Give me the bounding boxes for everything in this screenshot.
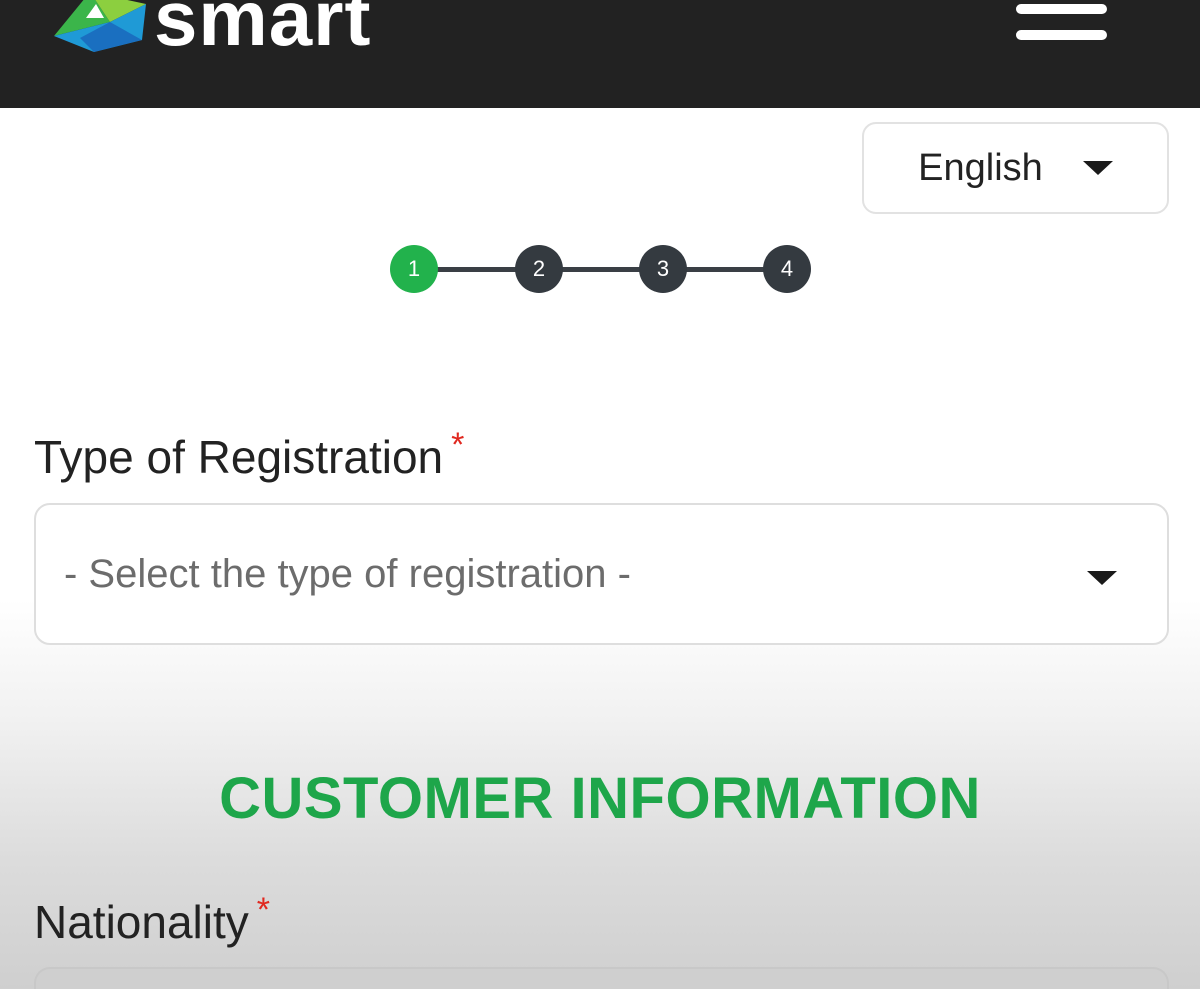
registration-type-label-text: Type of Registration	[34, 431, 444, 483]
logo-text: smart	[154, 0, 372, 62]
smart-logo-mark-icon	[54, 0, 146, 52]
caret-down-icon	[1087, 571, 1117, 585]
registration-type-select[interactable]: - Select the type of registration -	[34, 503, 1169, 645]
top-header: smart	[0, 0, 1200, 108]
step-4: 4	[763, 245, 811, 293]
progress-stepper: 1 2 3 4	[390, 245, 812, 295]
smart-logo[interactable]: smart	[50, 0, 371, 58]
nationality-label: Nationality *	[34, 891, 270, 949]
hamburger-menu-button[interactable]	[1012, 0, 1112, 48]
menu-bar-icon	[1016, 30, 1107, 40]
menu-bar-icon	[1016, 4, 1107, 14]
step-1: 1	[390, 245, 438, 293]
step-2: 2	[515, 245, 563, 293]
language-select[interactable]: English	[862, 122, 1169, 214]
nationality-label-text: Nationality	[34, 896, 249, 948]
registration-type-placeholder: - Select the type of registration -	[64, 551, 631, 596]
language-select-value: English	[918, 146, 1043, 189]
stepper-connector-line	[415, 267, 787, 272]
customer-information-heading: CUSTOMER INFORMATION	[219, 766, 981, 831]
registration-type-label: Type of Registration *	[34, 426, 464, 484]
step-3: 3	[639, 245, 687, 293]
required-asterisk: *	[451, 426, 465, 464]
caret-down-icon	[1082, 161, 1113, 175]
nationality-select[interactable]	[34, 967, 1169, 989]
required-asterisk: *	[256, 891, 271, 929]
